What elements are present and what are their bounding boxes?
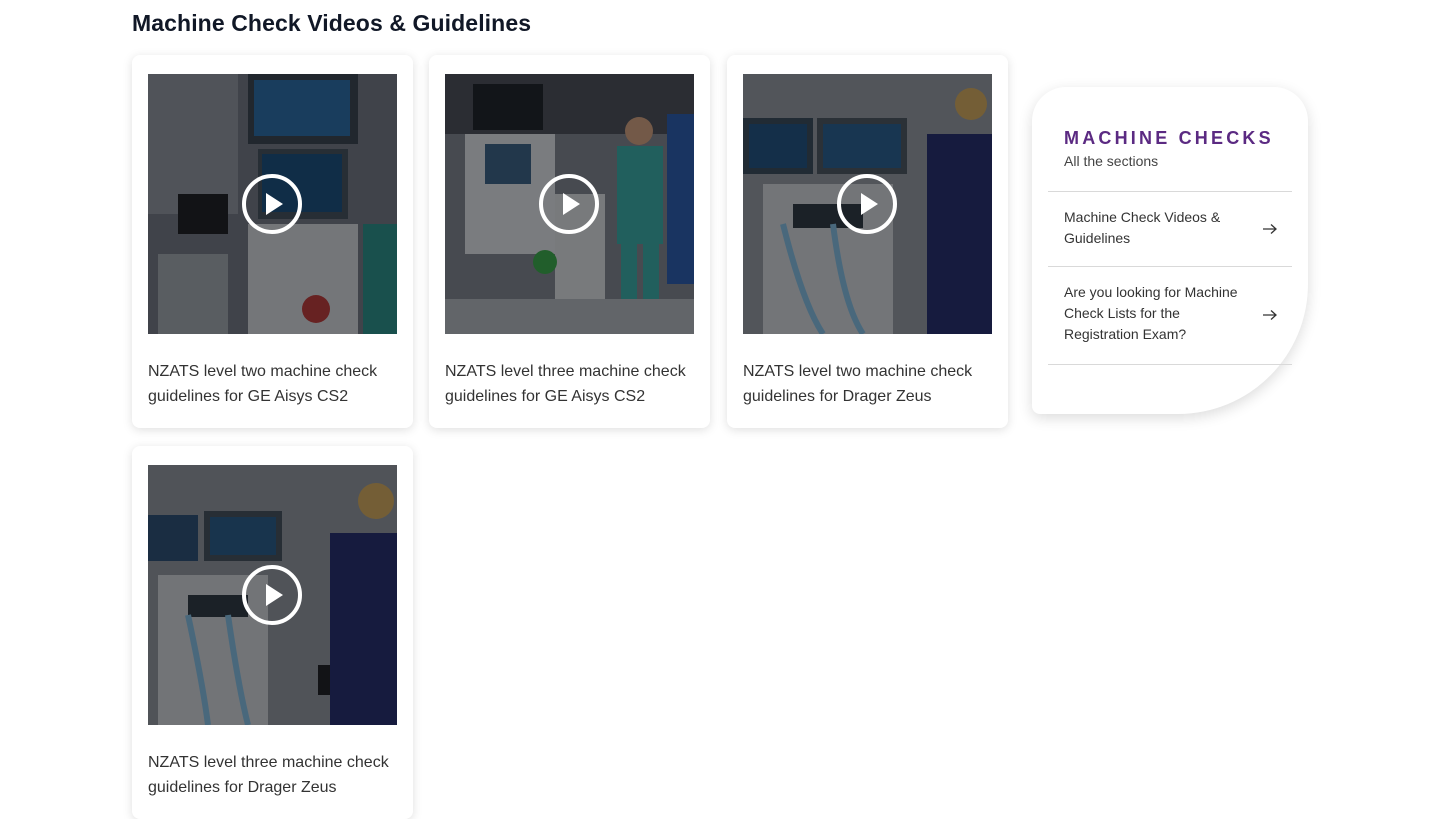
arrow-right-icon[interactable] bbox=[1262, 309, 1278, 321]
video-card[interactable]: NZATS level two machine check guidelines… bbox=[727, 55, 1008, 428]
sidebar-item-machine-check-videos[interactable]: Machine Check Videos & Guidelines bbox=[1048, 192, 1292, 266]
arrow-right-icon[interactable] bbox=[1262, 223, 1278, 235]
video-title[interactable]: NZATS level three machine check guidelin… bbox=[445, 359, 697, 409]
play-icon[interactable] bbox=[241, 173, 303, 235]
video-card[interactable]: NZATS level two machine check guidelines… bbox=[132, 55, 413, 428]
video-thumbnail[interactable] bbox=[445, 74, 694, 334]
sections-sidebar: MACHINE CHECKS All the sections Machine … bbox=[1032, 87, 1308, 414]
play-icon[interactable] bbox=[538, 173, 600, 235]
sidebar-title: MACHINE CHECKS bbox=[1064, 128, 1274, 148]
page-title: Machine Check Videos & Guidelines bbox=[132, 10, 532, 36]
play-icon[interactable] bbox=[241, 564, 303, 626]
sidebar-item-label[interactable]: Are you looking for Machine Check Lists … bbox=[1064, 282, 1250, 345]
video-title[interactable]: NZATS level three machine check guidelin… bbox=[148, 750, 400, 800]
video-thumbnail[interactable] bbox=[148, 74, 397, 334]
sidebar-item-label[interactable]: Machine Check Videos & Guidelines bbox=[1064, 207, 1250, 249]
sidebar-item-registration-exam[interactable]: Are you looking for Machine Check Lists … bbox=[1048, 267, 1292, 363]
video-thumbnail[interactable] bbox=[148, 465, 397, 725]
video-card[interactable]: NZATS level three machine check guidelin… bbox=[429, 55, 710, 428]
divider bbox=[1048, 364, 1292, 365]
video-card[interactable]: NZATS level three machine check guidelin… bbox=[132, 446, 413, 819]
play-icon[interactable] bbox=[836, 173, 898, 235]
sidebar-subtitle: All the sections bbox=[1064, 153, 1159, 169]
video-title[interactable]: NZATS level two machine check guidelines… bbox=[743, 359, 995, 409]
video-title[interactable]: NZATS level two machine check guidelines… bbox=[148, 359, 400, 409]
video-thumbnail[interactable] bbox=[743, 74, 992, 334]
